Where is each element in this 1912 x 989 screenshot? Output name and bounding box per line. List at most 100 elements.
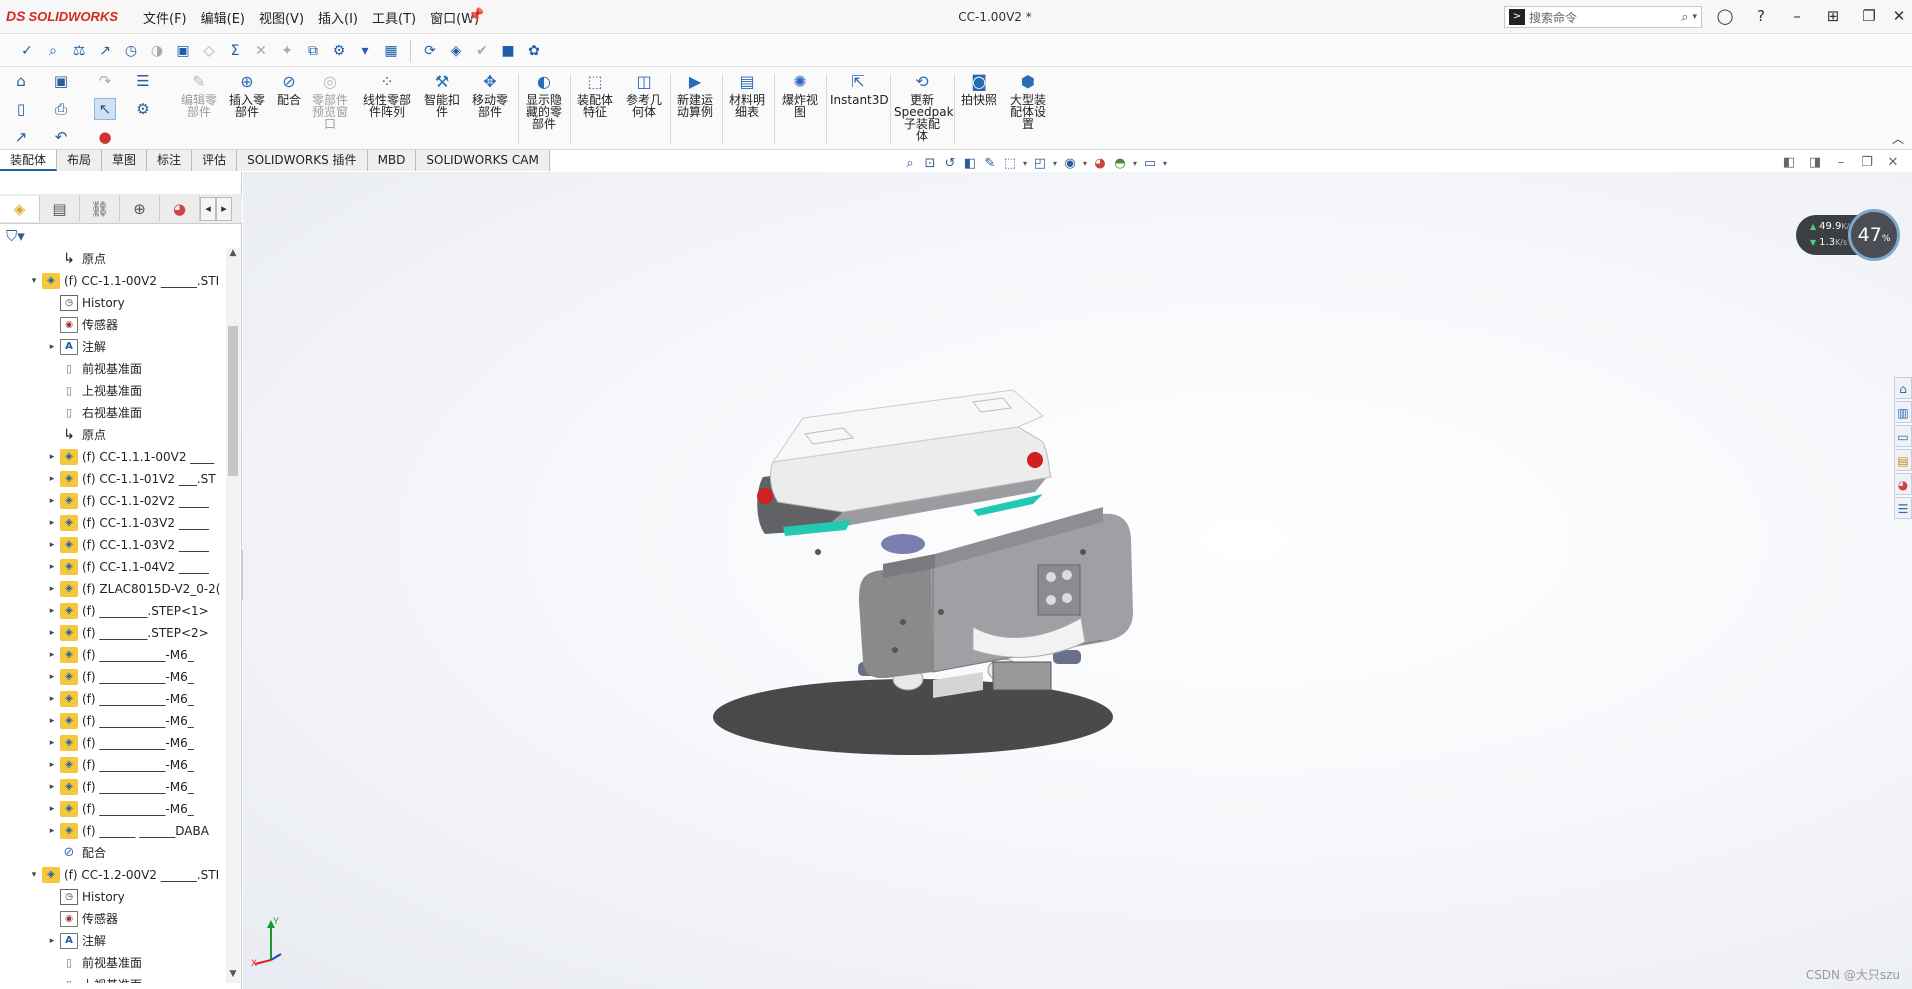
find-references-icon[interactable]: ⌕ bbox=[40, 39, 66, 63]
tree-item[interactable]: ▯ 上视基准面 bbox=[0, 974, 225, 983]
tree-item[interactable]: ▸ ◈ (f) ___________-M6_ bbox=[0, 644, 225, 666]
rebuild-icon[interactable]: ● bbox=[94, 126, 116, 148]
display-manager-tab-icon[interactable]: ◕ bbox=[160, 195, 200, 222]
menu-insert[interactable]: 插入(I) bbox=[318, 8, 358, 27]
save-icon[interactable]: ▣ bbox=[50, 70, 72, 92]
expand-chevron-icon[interactable]: ▸ bbox=[46, 666, 58, 688]
tile-windows-icon[interactable]: ⊞ bbox=[1822, 5, 1844, 27]
pin-menu-icon[interactable]: 📌 bbox=[468, 8, 484, 23]
solidworks-resources-icon[interactable]: ⌂ bbox=[1894, 377, 1912, 399]
smart-fasteners-button[interactable]: ⚒ 智能扣 件 bbox=[420, 72, 464, 118]
statistics-icon[interactable]: ⚙ bbox=[326, 39, 352, 63]
chevron-down-icon[interactable]: ▾ bbox=[1080, 153, 1090, 173]
feature-manager-tab-icon[interactable]: ◈ bbox=[0, 195, 40, 222]
scroll-down-icon[interactable]: ▼ bbox=[226, 969, 240, 983]
undo-icon[interactable]: ↶ bbox=[50, 126, 72, 148]
tree-item[interactable]: ⊘ 配合 bbox=[0, 842, 225, 864]
tab-sketch[interactable]: 草图 bbox=[102, 150, 148, 171]
open-document-icon[interactable]: ↗ bbox=[10, 126, 32, 148]
equations-icon[interactable]: Σ bbox=[222, 39, 248, 63]
viewport-restore-icon[interactable]: ❐ bbox=[1854, 155, 1880, 170]
filter-icon[interactable]: ⛉▾ bbox=[6, 227, 25, 245]
reference-geometry-button[interactable]: ◫ 参考几 何体 bbox=[622, 72, 666, 118]
zoom-to-fit-icon[interactable]: ⌕ bbox=[900, 153, 920, 173]
linear-pattern-button[interactable]: ⁘ 线性零部 件阵列 bbox=[358, 72, 416, 118]
command-search-box[interactable]: > 搜索命令 ⌕ ▾ bbox=[1504, 6, 1702, 28]
edit-component-button[interactable]: ✎ 编辑零 部件 bbox=[178, 72, 220, 118]
tab-assembly[interactable]: 装配体 bbox=[0, 150, 58, 171]
tree-item[interactable]: ▸ ◈ (f) ________.STEP<1> bbox=[0, 600, 225, 622]
tab-markup[interactable]: 标注 bbox=[147, 150, 193, 171]
tree-item[interactable]: ▯ 上视基准面 bbox=[0, 380, 225, 402]
help-icon[interactable]: ? bbox=[1750, 5, 1772, 27]
tree-item[interactable]: ◷ History bbox=[0, 292, 225, 314]
expand-chevron-icon[interactable]: ▸ bbox=[46, 446, 58, 468]
tree-item[interactable]: ▸ ◈ (f) ___________-M6_ bbox=[0, 776, 225, 798]
expand-chevron-icon[interactable]: ▸ bbox=[46, 644, 58, 666]
hole-alignment-icon[interactable]: ✕ bbox=[248, 39, 274, 63]
show-hidden-components-button[interactable]: ◐ 显示隐 藏的零 部件 bbox=[522, 72, 566, 130]
app-logo[interactable]: DS SOLIDWORKS bbox=[6, 8, 118, 24]
tree-item[interactable]: ▸ ◈ (f) ___________-M6_ bbox=[0, 798, 225, 820]
expand-chevron-icon[interactable]: ▸ bbox=[46, 754, 58, 776]
search-input[interactable]: 搜索命令 bbox=[1529, 9, 1681, 26]
clearance-verification-icon[interactable]: ◇ bbox=[196, 39, 222, 63]
restore-window-icon[interactable]: ❐ bbox=[1858, 5, 1880, 27]
tab-layout[interactable]: 布局 bbox=[57, 150, 103, 171]
chevron-down-icon[interactable]: ▾ bbox=[1160, 153, 1170, 173]
tree-item[interactable]: ▸ ◈ (f) ________.STEP<2> bbox=[0, 622, 225, 644]
expand-chevron-icon[interactable]: ▸ bbox=[46, 820, 58, 842]
measure-icon[interactable]: ↗ bbox=[92, 39, 118, 63]
apply-scene-icon[interactable]: ◓ bbox=[1110, 153, 1130, 173]
viewport-minimize-icon[interactable]: – bbox=[1828, 155, 1854, 170]
expand-chevron-icon[interactable]: ▸ bbox=[46, 512, 58, 534]
expand-chevron-icon[interactable]: ▸ bbox=[46, 622, 58, 644]
sensor-icon[interactable]: ✦ bbox=[274, 39, 300, 63]
search-icon[interactable]: ⌕ bbox=[1681, 10, 1688, 25]
tab-cam[interactable]: SOLIDWORKS CAM bbox=[416, 150, 550, 171]
file-explorer-icon[interactable]: ▭ bbox=[1894, 425, 1912, 447]
tree-item[interactable]: ▸ ◈ (f) CC-1.1-03V2 _____ bbox=[0, 534, 225, 556]
viewport-prev-icon[interactable]: ◧ bbox=[1776, 155, 1802, 170]
expand-chevron-icon[interactable]: ▸ bbox=[46, 534, 58, 556]
user-account-icon[interactable]: ◯ bbox=[1714, 5, 1736, 27]
redo-icon[interactable]: ↷ bbox=[94, 70, 116, 92]
robot-model-render[interactable] bbox=[243, 172, 1912, 989]
interference-check-icon[interactable]: ▣ bbox=[170, 39, 196, 63]
tree-item[interactable]: ▸ ◈ (f) ______ ______DABA bbox=[0, 820, 225, 842]
tree-item[interactable]: ▯ 右视基准面 bbox=[0, 402, 225, 424]
expand-chevron-icon[interactable]: ▸ bbox=[46, 732, 58, 754]
appearances-icon[interactable]: ◕ bbox=[1894, 473, 1912, 495]
tree-item[interactable]: ▯ 前视基准面 bbox=[0, 952, 225, 974]
expand-chevron-icon[interactable]: ▸ bbox=[46, 578, 58, 600]
expand-chevron-icon[interactable]: ▸ bbox=[46, 556, 58, 578]
tree-item[interactable]: ▸ ◈ (f) CC-1.1-04V2 _____ bbox=[0, 556, 225, 578]
hide-show-items-icon[interactable]: ◉ bbox=[1060, 153, 1080, 173]
zoom-to-area-icon[interactable]: ⊡ bbox=[920, 153, 940, 173]
tree-item[interactable]: ↳ 原点 bbox=[0, 424, 225, 446]
graphics-area[interactable]: Y X ▲ 49.9K/s ▼ 1.3K/s 47% ⌂ ▥ ▭ ▤ ◕ ☰ CSD… bbox=[243, 172, 1912, 989]
print-icon[interactable]: ⎙ bbox=[50, 98, 72, 120]
tree-item[interactable]: ▸ ◈ (f) ___________-M6_ bbox=[0, 688, 225, 710]
new-motion-study-button[interactable]: ▶ 新建运 动算例 bbox=[674, 72, 716, 118]
network-speed-widget[interactable]: ▲ 49.9K/s ▼ 1.3K/s 47% bbox=[1796, 209, 1912, 261]
update-speedpak-button[interactable]: ⟲ 更新 Speedpak 子装配 体 bbox=[894, 72, 954, 142]
performance-icon[interactable]: ◷ bbox=[118, 39, 144, 63]
minimize-icon[interactable]: – bbox=[1786, 5, 1808, 27]
expand-chevron-icon[interactable]: ▸ bbox=[46, 468, 58, 490]
excel-bom-icon[interactable]: ▦ bbox=[378, 39, 404, 63]
expand-chevron-icon[interactable]: ▸ bbox=[46, 776, 58, 798]
chevron-down-icon[interactable]: ▾ bbox=[1130, 153, 1140, 173]
tree-item[interactable]: ◷ History bbox=[0, 886, 225, 908]
validate-icon[interactable]: ✔ bbox=[469, 39, 495, 63]
instant3d-button[interactable]: ⇱ Instant3D bbox=[830, 72, 889, 106]
scroll-thumb[interactable] bbox=[228, 326, 238, 476]
options-list-icon[interactable]: ☰ bbox=[132, 70, 154, 92]
expand-chevron-icon[interactable]: ▸ bbox=[46, 930, 58, 952]
exploded-view-button[interactable]: ✺ 爆炸视 图 bbox=[778, 72, 822, 118]
collapse-chevron-icon[interactable]: ▾ bbox=[28, 270, 40, 292]
move-component-button[interactable]: ✥ 移动零 部件 bbox=[468, 72, 512, 118]
large-assembly-settings-button[interactable]: ⬢ 大型装 配体设 置 bbox=[1006, 72, 1050, 130]
tree-item[interactable]: ▸ ◈ (f) ___________-M6_ bbox=[0, 754, 225, 776]
home-icon[interactable]: ⌂ bbox=[10, 70, 32, 92]
